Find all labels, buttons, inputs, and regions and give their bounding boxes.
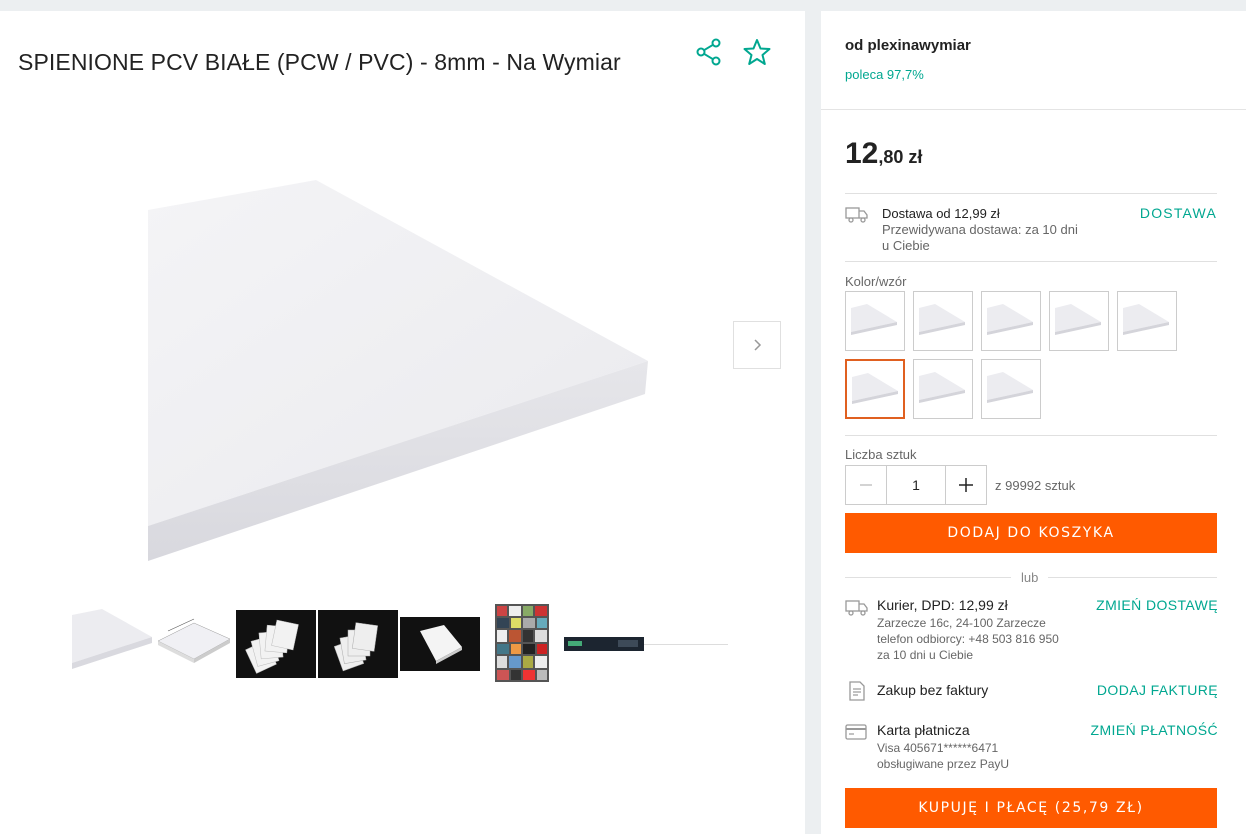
- variant-swatch-1[interactable]: [845, 291, 905, 351]
- next-image-button[interactable]: [733, 321, 781, 369]
- divider: [845, 193, 1217, 194]
- seller-rating-link[interactable]: poleca 97,7%: [845, 67, 1246, 82]
- variant-swatch-5[interactable]: [1117, 291, 1177, 351]
- delivery-estimate-suffix: u Ciebie: [882, 238, 930, 253]
- product-gallery-card: SPIENIONE PCV BIAŁE (PCW / PVC) - 8mm - …: [0, 11, 805, 834]
- seller-info: od plexinawymiar poleca 97,7%: [821, 11, 1246, 110]
- variant-swatch-2[interactable]: [913, 291, 973, 351]
- main-product-image[interactable]: [148, 166, 653, 566]
- document-icon: [848, 681, 866, 706]
- variant-swatch-7[interactable]: [913, 359, 973, 419]
- payment-details: Visa 405671******6471 obsługiwane przez …: [877, 740, 1009, 772]
- variant-swatch-3[interactable]: [981, 291, 1041, 351]
- increase-quantity-button[interactable]: [946, 466, 986, 504]
- shipping-address: Zarzecze 16c, 24-100 Zarzecze: [877, 616, 1046, 630]
- add-to-cart-button[interactable]: DODAJ DO KOSZYKA: [845, 513, 1217, 553]
- variant-swatch-4[interactable]: [1049, 291, 1109, 351]
- thumbnail-scroll-track: [644, 644, 728, 645]
- delivery-info: Dostawa od 12,99 zł Przewidywana dostawa…: [882, 206, 1122, 254]
- thumbnail-5[interactable]: [400, 617, 480, 671]
- seller-name: od plexinawymiar: [845, 37, 971, 54]
- payment-card-number: Visa 405671******6471: [877, 741, 999, 755]
- price-fraction: ,80 zł: [878, 147, 923, 167]
- or-separator: lub: [1011, 570, 1049, 585]
- courier-truck-icon: [845, 599, 869, 622]
- delivery-link[interactable]: DOSTAWA: [1140, 205, 1217, 221]
- invoice-status: Zakup bez faktury: [877, 682, 989, 698]
- shipping-phone: telefon odbiorcy: +48 503 816 950: [877, 632, 1059, 646]
- variant-swatch-8[interactable]: [981, 359, 1041, 419]
- plus-icon: [959, 478, 973, 492]
- minus-icon: [860, 484, 872, 486]
- price-integer: 12: [845, 137, 879, 170]
- change-delivery-link[interactable]: ZMIEŃ DOSTAWĘ: [1096, 597, 1218, 613]
- credit-card-icon: [845, 724, 867, 745]
- variant-label: Kolor/wzór: [845, 274, 907, 289]
- thumbnail-1[interactable]: [72, 607, 152, 673]
- thumbnail-7[interactable]: [564, 637, 644, 651]
- truck-icon: [845, 206, 869, 229]
- variant-swatch-6[interactable]: [845, 359, 905, 419]
- quantity-input[interactable]: [886, 466, 946, 504]
- product-title: SPIENIONE PCV BIAŁE (PCW / PVC) - 8mm - …: [18, 49, 621, 75]
- share-icon[interactable]: [694, 37, 724, 67]
- quantity-label: Liczba sztuk: [845, 447, 917, 462]
- delivery-estimate: Przewidywana dostawa: za 10 dni: [882, 222, 1078, 237]
- payment-processor: obsługiwane przez PayU: [877, 757, 1010, 771]
- thumbnail-strip: [72, 593, 732, 683]
- shipping-method: Kurier, DPD: 12,99 zł: [877, 597, 1008, 613]
- product-price: 12,80 zł: [845, 137, 922, 171]
- shipping-eta: za 10 dni u Ciebie: [877, 648, 974, 662]
- change-payment-link[interactable]: ZMIEŃ PŁATNOŚĆ: [1091, 722, 1218, 738]
- decrease-quantity-button[interactable]: [846, 466, 886, 504]
- quantity-stepper: [845, 465, 987, 505]
- delivery-cost: Dostawa od 12,99 zł: [882, 206, 1000, 221]
- chevron-right-icon: [754, 339, 762, 351]
- buy-now-button[interactable]: KUPUJĘ I PŁACĘ (25,79 ZŁ): [845, 788, 1217, 828]
- thumbnail-3[interactable]: [236, 610, 316, 678]
- add-invoice-link[interactable]: DODAJ FAKTURĘ: [1097, 682, 1218, 698]
- payment-method: Karta płatnicza: [877, 722, 970, 738]
- purchase-panel: od plexinawymiar poleca 97,7% 12,80 zł D…: [821, 11, 1246, 834]
- quantity-available: z 99992 sztuk: [995, 478, 1076, 493]
- thumbnail-6[interactable]: [495, 604, 549, 682]
- favorite-star-icon[interactable]: [742, 37, 772, 67]
- thumbnail-4[interactable]: [318, 610, 398, 678]
- shipping-details: Zarzecze 16c, 24-100 Zarzecze telefon od…: [877, 615, 1059, 663]
- divider: [845, 261, 1217, 262]
- divider: [845, 435, 1217, 436]
- thumbnail-2[interactable]: [154, 611, 232, 667]
